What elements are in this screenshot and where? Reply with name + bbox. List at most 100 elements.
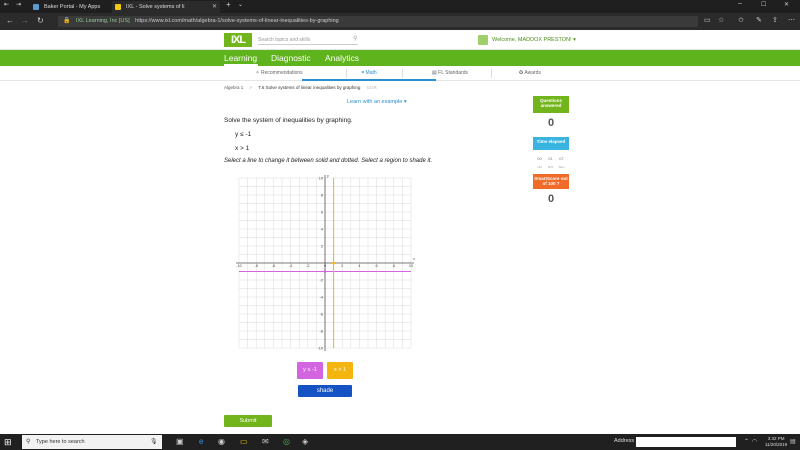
y-tick-label: -10 xyxy=(318,346,324,350)
windows-start-icon[interactable]: ⊞ xyxy=(4,437,12,448)
main-nav: Learning Diagnostic Analytics xyxy=(0,50,800,66)
welcome-menu[interactable]: Welcome, MADDOX PRESTON! ▾ xyxy=(478,35,576,45)
smartscore-value: 0 xyxy=(547,193,555,205)
y-tick-label: 4 xyxy=(321,227,323,231)
line-x-button[interactable]: x > 1 xyxy=(327,362,353,379)
learn-with-example-link[interactable]: Learn with an example ▾ xyxy=(347,99,407,105)
x-axis-label: x xyxy=(412,256,416,261)
x-tick-label: 10 xyxy=(409,264,413,268)
mic-icon[interactable]: 🎙 xyxy=(150,438,158,445)
tab-ixl[interactable]: IXL - Solve systems of li ✕ xyxy=(112,1,220,13)
tab-label: Recommendations xyxy=(260,70,303,76)
y-tick-label: 10 xyxy=(319,176,323,180)
y-axis-label: y xyxy=(326,173,330,178)
y-tick-label: 8 xyxy=(321,193,323,197)
mail-icon[interactable]: ✉ xyxy=(262,437,269,446)
nav-learning[interactable]: Learning xyxy=(224,53,257,63)
steam-icon[interactable]: ◉ xyxy=(218,437,225,446)
x-tick-label: -2 xyxy=(306,264,309,268)
tab-awards[interactable]: ✪ Awards xyxy=(463,69,597,78)
y-tick-label: -8 xyxy=(320,329,323,333)
y-tick-label: -4 xyxy=(320,295,323,299)
question-prompt: Solve the system of inequalities by grap… xyxy=(224,117,353,124)
chevron-down-icon: ▾ xyxy=(573,37,576,43)
edge-icon[interactable]: e xyxy=(199,437,203,446)
search-icon[interactable]: ⚲ xyxy=(353,35,357,42)
reading-view-icon[interactable]: ▭ xyxy=(704,16,711,24)
nav-diagnostic[interactable]: Diagnostic xyxy=(271,53,311,63)
taskbar-clock[interactable]: 3:32 PM 11/20/2019 xyxy=(765,436,787,448)
time-minutes: 01 xyxy=(548,156,553,161)
x-tick-label: -6 xyxy=(272,264,275,268)
close-window-icon[interactable]: ✕ xyxy=(784,1,789,8)
favorites-list-icon[interactable]: ✩ xyxy=(738,16,744,24)
y-tick-label: -6 xyxy=(320,312,323,316)
search-input[interactable]: Search topics and skills xyxy=(258,35,358,45)
back-icon[interactable]: ← xyxy=(6,16,14,25)
unit-min: MIN xyxy=(547,165,554,169)
address-label: Address xyxy=(614,438,635,444)
forward-icon[interactable]: → xyxy=(21,16,29,25)
x-tick-label: 4 xyxy=(358,264,360,268)
x-tick-label: -4 xyxy=(289,264,292,268)
notifications-icon[interactable]: ▤ xyxy=(790,438,796,445)
minimize-icon[interactable]: – xyxy=(738,0,742,7)
welcome-text: Welcome, MADDOX PRESTON! xyxy=(492,37,572,43)
breadcrumb-separator: > xyxy=(249,85,253,90)
y-tick-label: 6 xyxy=(321,210,323,214)
ixl-logo[interactable]: IXL xyxy=(224,33,252,47)
smartscore-label[interactable]: SmartScore out of 100 ? xyxy=(533,174,569,189)
site-identity: IXL Learning, Inc [US] xyxy=(76,18,130,24)
refresh-icon[interactable]: ↻ xyxy=(37,16,44,25)
notes-icon[interactable]: ✎ xyxy=(756,16,762,24)
time-seconds: 07 xyxy=(559,156,564,161)
taskbar-address-input[interactable] xyxy=(636,437,736,447)
breadcrumb: Algebra 1 > T.6 Solve systems of linear … xyxy=(224,85,382,90)
taskbar-search-input[interactable]: ⚲ Type here to search xyxy=(22,435,162,449)
share-icon[interactable]: ⇪ xyxy=(772,16,778,24)
time-elapsed-units: HR MIN SEC xyxy=(534,165,568,169)
tab-baker-portal[interactable]: Baker Portal - My Apps xyxy=(30,1,110,13)
baker-portal-tab-icon xyxy=(33,4,39,10)
nav-analytics[interactable]: Analytics xyxy=(325,53,359,63)
submit-button[interactable]: Submit xyxy=(224,415,272,427)
windows-taskbar: ⊞ ⚲ Type here to search 🎙 ▣ e ◉ ▭ ✉ ◎ ◈ … xyxy=(0,434,800,450)
line-y-button[interactable]: y ≤ -1 xyxy=(297,362,323,379)
coordinate-graph[interactable]: x y -10 -8 -6 -4 -2 0 2 4 6 8 10 10 8 6 4 2 -2 -4 -6 -8 -10 xyxy=(232,170,422,352)
wifi-icon[interactable]: ◠ xyxy=(752,438,757,445)
tab-label: Math xyxy=(365,70,377,76)
shade-button[interactable]: shade xyxy=(298,385,352,397)
browser-tab-bar: ⇤ ⇥ Baker Portal - My Apps IXL - Solve s… xyxy=(0,0,800,13)
breadcrumb-skill: T.6 Solve systems of linear inequalities… xyxy=(258,85,361,90)
chrome-icon[interactable]: ◎ xyxy=(283,437,290,446)
time-elapsed-label: Time elapsed xyxy=(533,137,569,150)
time-hours: 00 xyxy=(537,156,542,161)
unit-sec: SEC xyxy=(558,165,565,169)
unit-hr: HR xyxy=(537,165,542,169)
instructions: Select a line to change it between solid… xyxy=(224,158,433,164)
x-tick-label: 2 xyxy=(341,264,343,268)
tab-list-icon[interactable]: ⌄ xyxy=(238,1,243,8)
url-field[interactable]: 🔒 IXL Learning, Inc [US] https://www.ixl… xyxy=(58,16,698,27)
url-text: https://www.ixl.com/math/algebra-1/solve… xyxy=(135,18,339,24)
x-tick-label: -8 xyxy=(255,264,258,268)
maximize-icon[interactable]: ☐ xyxy=(761,1,766,8)
lock-icon: 🔒 xyxy=(63,18,71,24)
ixl-header: IXL Search topics and skills ⚲ Welcome, … xyxy=(0,30,800,50)
questions-answered-value: 0 xyxy=(547,117,555,129)
more-icon[interactable]: ⋯ xyxy=(788,16,795,24)
forward-tabs-icon[interactable]: ⇥ xyxy=(16,1,21,8)
close-tab-icon[interactable]: ✕ xyxy=(212,1,217,13)
back-tabs-icon[interactable]: ⇤ xyxy=(4,1,9,8)
favorite-icon[interactable]: ☆ xyxy=(718,16,724,24)
new-tab-icon[interactable]: + xyxy=(226,0,231,9)
task-view-icon[interactable]: ▣ xyxy=(176,437,184,446)
y-tick-label: 2 xyxy=(321,244,323,248)
x-tick-label: -10 xyxy=(236,264,242,268)
line-handle-point xyxy=(332,261,335,265)
app-icon[interactable]: ◈ xyxy=(302,437,308,446)
network-icon[interactable]: ⌃ xyxy=(744,438,749,445)
file-explorer-icon[interactable]: ▭ xyxy=(240,437,248,446)
skill-code: GGR xyxy=(366,85,377,90)
breadcrumb-course[interactable]: Algebra 1 xyxy=(224,85,243,90)
